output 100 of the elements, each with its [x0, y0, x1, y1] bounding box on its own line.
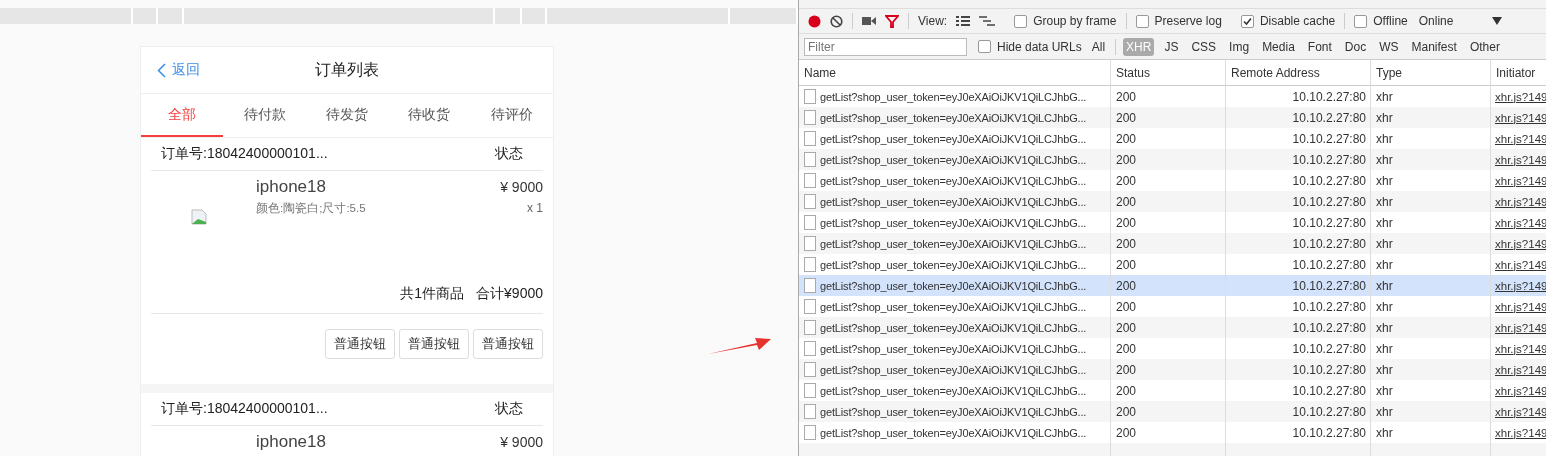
filter-icon[interactable]	[885, 14, 899, 28]
back-button[interactable]: 返回	[157, 61, 200, 79]
type-filter-button[interactable]: Doc	[1341, 37, 1370, 56]
status-cell: 200	[1111, 107, 1226, 128]
initiator-link[interactable]: xhr.js?149	[1491, 212, 1546, 233]
request-name[interactable]: getList?shop_user_token=eyJ0eXAiOiJKV1QiLCJhbG...	[820, 405, 1087, 418]
request-name[interactable]: getList?shop_user_token=eyJ0eXAiOiJKV1QiLCJhbG...	[820, 237, 1087, 250]
request-name[interactable]: getList?shop_user_token=eyJ0eXAiOiJKV1QiLCJhbG...	[820, 111, 1087, 124]
type-cell: xhr	[1371, 401, 1491, 422]
document-icon	[804, 89, 816, 104]
order-tab[interactable]: 待付款	[223, 94, 306, 137]
throttle-select[interactable]: Online	[1418, 14, 1454, 28]
request-name[interactable]: getList?shop_user_token=eyJ0eXAiOiJKV1QiLCJhbG...	[820, 279, 1087, 292]
address-cell: 10.10.2.27:80	[1226, 233, 1371, 254]
initiator-link[interactable]: xhr.js?149	[1491, 401, 1546, 422]
filter-field[interactable]: Filter	[804, 37, 967, 56]
initiator-link[interactable]: xhr.js?149	[1491, 338, 1546, 359]
order-action-button[interactable]: 普通按钮	[325, 329, 395, 359]
order-status: 状态	[495, 400, 523, 418]
column-header[interactable]: Status	[1111, 60, 1226, 86]
order-action-button[interactable]: 普通按钮	[399, 329, 469, 359]
type-filter-button[interactable]: Media	[1259, 37, 1298, 56]
request-name[interactable]: getList?shop_user_token=eyJ0eXAiOiJKV1QiLCJhbG...	[820, 321, 1087, 334]
initiator-link[interactable]: xhr.js?149	[1491, 233, 1546, 254]
checkbox-label[interactable]: Hide data URLs	[997, 39, 1082, 54]
clear-icon[interactable]	[830, 14, 843, 28]
waterfall-icon[interactable]	[979, 15, 996, 27]
initiator-link[interactable]: xhr.js?149	[1491, 422, 1546, 443]
order-action-button[interactable]: 普通按钮	[473, 329, 543, 359]
request-name[interactable]: getList?shop_user_token=eyJ0eXAiOiJKV1QiLCJhbG...	[820, 90, 1087, 103]
request-name[interactable]: getList?shop_user_token=eyJ0eXAiOiJKV1QiLCJhbG...	[820, 426, 1087, 439]
checkbox-label[interactable]: Disable cache	[1259, 14, 1336, 28]
initiator-link[interactable]: xhr.js?149	[1491, 191, 1546, 212]
initiator-link[interactable]: xhr.js?149	[1491, 380, 1546, 401]
document-icon	[804, 299, 816, 314]
type-filter-button[interactable]: Other	[1466, 37, 1503, 56]
document-icon	[804, 173, 816, 188]
document-icon	[804, 404, 816, 419]
address-cell: 10.10.2.27:80	[1226, 107, 1371, 128]
initiator-link[interactable]: xhr.js?149	[1491, 170, 1546, 191]
address-cell: 10.10.2.27:80	[1226, 149, 1371, 170]
document-icon	[804, 341, 816, 356]
request-name[interactable]: getList?shop_user_token=eyJ0eXAiOiJKV1QiLCJhbG...	[820, 132, 1087, 145]
document-icon	[804, 257, 816, 272]
checkbox[interactable]	[978, 40, 991, 53]
status-cell: 200	[1111, 275, 1226, 296]
type-filter-button[interactable]: All	[1088, 37, 1109, 56]
request-name[interactable]: getList?shop_user_token=eyJ0eXAiOiJKV1QiLCJhbG...	[820, 195, 1087, 208]
status-cell: 200	[1111, 191, 1226, 212]
order-tab[interactable]: 待发货	[305, 94, 389, 137]
type-filter-button[interactable]: Font	[1304, 37, 1335, 56]
product-price: ¥ 9000	[500, 434, 543, 450]
document-icon	[804, 110, 816, 125]
type-cell: xhr	[1371, 107, 1491, 128]
column-header[interactable]: Name	[799, 60, 1111, 86]
request-name[interactable]: getList?shop_user_token=eyJ0eXAiOiJKV1QiLCJhbG...	[820, 153, 1087, 166]
checkbox-label[interactable]: Group by frame	[1033, 14, 1117, 28]
request-name[interactable]: getList?shop_user_token=eyJ0eXAiOiJKV1QiLCJhbG...	[820, 174, 1087, 187]
dropdown-arrow-icon[interactable]	[1492, 17, 1503, 25]
type-filter-button[interactable]: Manifest	[1408, 37, 1460, 56]
order-tab[interactable]: 待评价	[470, 94, 554, 137]
video-camera-icon[interactable]	[862, 16, 876, 26]
checkbox[interactable]	[1354, 14, 1368, 28]
order-number: 订单号:18042400000101...	[161, 400, 328, 418]
product-spec: 颜色:陶瓷白;尺寸:5.5	[256, 201, 366, 216]
initiator-link[interactable]: xhr.js?149	[1491, 296, 1546, 317]
initiator-link[interactable]: xhr.js?149	[1491, 128, 1546, 149]
order-tab[interactable]: 全部	[141, 94, 224, 137]
request-name[interactable]: getList?shop_user_token=eyJ0eXAiOiJKV1QiLCJhbG...	[820, 300, 1087, 313]
request-name[interactable]: getList?shop_user_token=eyJ0eXAiOiJKV1QiLCJhbG...	[820, 258, 1087, 271]
request-name[interactable]: getList?shop_user_token=eyJ0eXAiOiJKV1QiLCJhbG...	[820, 384, 1087, 397]
annotation-arrow	[707, 335, 772, 355]
order-status: 状态	[495, 145, 523, 163]
request-name[interactable]: getList?shop_user_token=eyJ0eXAiOiJKV1QiLCJhbG...	[820, 363, 1087, 376]
checkbox-label[interactable]: Offline	[1373, 14, 1408, 28]
document-icon	[804, 194, 816, 209]
list-view-icon[interactable]	[956, 15, 971, 27]
initiator-link[interactable]: xhr.js?149	[1491, 254, 1546, 275]
record-button[interactable]	[808, 14, 821, 28]
type-filter-button[interactable]: JS	[1161, 37, 1182, 56]
checkbox[interactable]	[1240, 14, 1254, 28]
initiator-link[interactable]: xhr.js?149	[1491, 86, 1546, 107]
initiator-link[interactable]: xhr.js?149	[1491, 275, 1546, 296]
checkbox[interactable]	[1014, 14, 1028, 28]
initiator-link[interactable]: xhr.js?149	[1491, 149, 1546, 170]
column-header[interactable]: Remote Address	[1226, 60, 1371, 86]
address-cell: 10.10.2.27:80	[1226, 359, 1371, 380]
type-filter-button[interactable]: WS	[1376, 37, 1402, 56]
initiator-link[interactable]: xhr.js?149	[1491, 359, 1546, 380]
order-tab[interactable]: 待收货	[388, 94, 471, 137]
initiator-link[interactable]: xhr.js?149	[1491, 107, 1546, 128]
request-name[interactable]: getList?shop_user_token=eyJ0eXAiOiJKV1QiLCJhbG...	[820, 342, 1087, 355]
initiator-link[interactable]: xhr.js?149	[1491, 317, 1546, 338]
checkbox[interactable]	[1135, 14, 1149, 28]
request-name[interactable]: getList?shop_user_token=eyJ0eXAiOiJKV1QiLCJhbG...	[820, 216, 1087, 229]
type-filter-button[interactable]: CSS	[1188, 37, 1220, 56]
column-header[interactable]: Type	[1371, 60, 1491, 86]
type-filter-button[interactable]: Img	[1226, 37, 1253, 56]
type-cell: xhr	[1371, 149, 1491, 170]
checkbox-label[interactable]: Preserve log	[1154, 14, 1222, 28]
